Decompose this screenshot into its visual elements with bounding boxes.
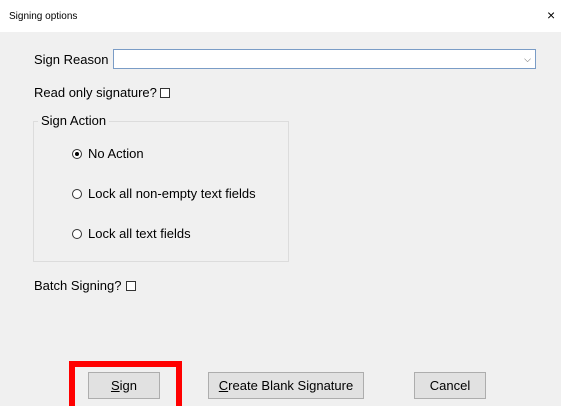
radio-lock-non-empty[interactable] [72, 189, 82, 199]
radio-lock-all[interactable] [72, 229, 82, 239]
radio-no-action-label[interactable]: No Action [88, 146, 144, 162]
title-bar: Signing options × [0, 0, 561, 32]
signing-options-dialog: Signing options × Sign Reason ⌵ Read onl… [0, 0, 561, 406]
create-blank-signature-label: reate Blank Signature [228, 378, 354, 393]
radio-lock-all-label[interactable]: Lock all text fields [88, 226, 191, 242]
radio-no-action[interactable] [72, 149, 82, 159]
sign-button[interactable]: Sign [88, 372, 160, 399]
create-blank-signature-mnemonic: C [218, 378, 229, 393]
sign-reason-label: Sign Reason [34, 52, 109, 67]
sign-button-mnemonic: S [110, 378, 120, 393]
batch-signing-label: Batch Signing? [34, 278, 122, 293]
window-title: Signing options [9, 11, 78, 22]
cancel-button[interactable]: Cancel [414, 372, 486, 399]
sign-reason-dropdown[interactable]: ⌵ [113, 49, 536, 69]
sign-button-label: ign [119, 378, 138, 393]
read-only-label: Read only signature? [34, 85, 157, 100]
create-blank-signature-button[interactable]: Create Blank Signature [208, 372, 364, 399]
read-only-checkbox[interactable] [160, 88, 170, 98]
sign-action-group-label: Sign Action [38, 113, 110, 129]
radio-lock-non-empty-label[interactable]: Lock all non-empty text fields [88, 186, 256, 202]
chevron-down-icon[interactable]: ⌵ [524, 52, 531, 66]
close-icon[interactable]: × [547, 6, 561, 24]
batch-signing-checkbox[interactable] [126, 281, 136, 291]
